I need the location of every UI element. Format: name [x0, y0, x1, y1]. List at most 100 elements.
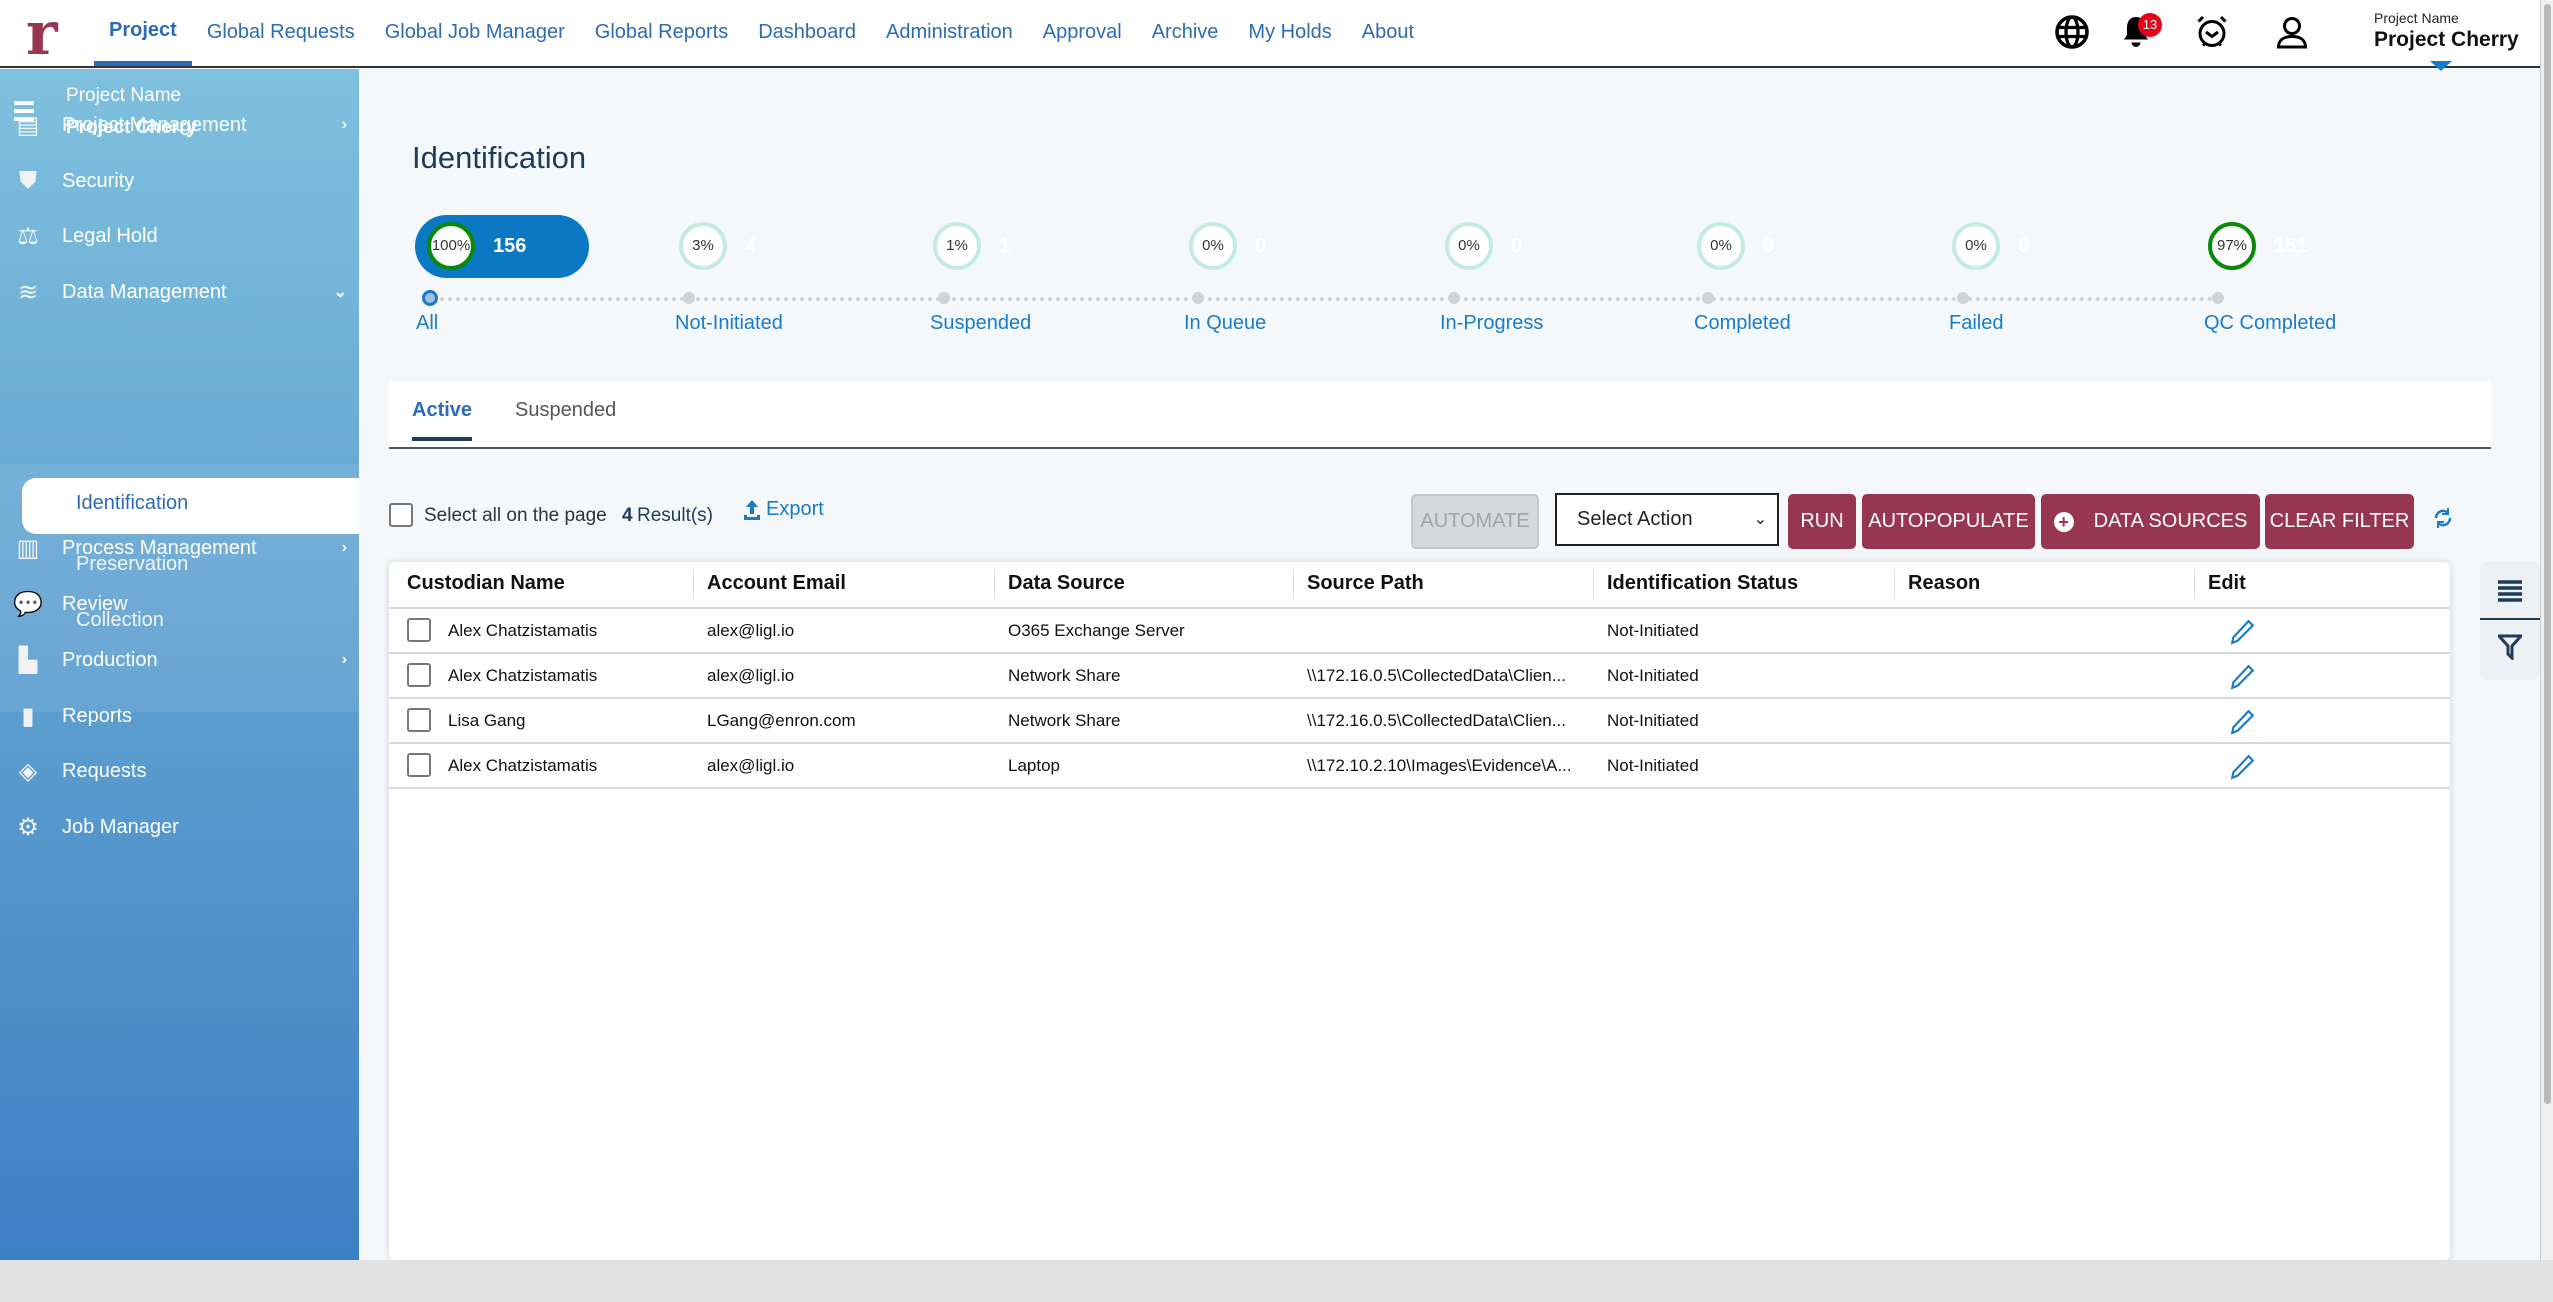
step-qc-completed-dot[interactable]	[2212, 292, 2224, 304]
step-all-label[interactable]: All	[416, 312, 438, 335]
column-header-source-path[interactable]: Source Path	[1307, 572, 1424, 595]
sidebar-item-label: Requests	[62, 759, 147, 782]
column-separator	[1894, 570, 1895, 598]
chevron-right-icon: ›	[341, 116, 347, 133]
step-in-progress-dot[interactable]	[1448, 292, 1460, 304]
sidebar-subitem-identification[interactable]: Identification	[76, 492, 188, 515]
nav-global-requests[interactable]: Global Requests	[192, 0, 370, 66]
row-checkbox[interactable]	[407, 753, 431, 777]
step-in-progress-label[interactable]: In-Progress	[1440, 312, 1543, 335]
edit-pencil-icon[interactable]	[2229, 709, 2255, 735]
nav-archive[interactable]: Archive	[1137, 0, 1234, 66]
page-scrollbar[interactable]	[2540, 0, 2553, 1260]
sidebar-item-production[interactable]: ▙ Production ›	[0, 634, 359, 686]
sidebar-item-review[interactable]: 💬 Review	[0, 578, 359, 630]
step-failed-dot[interactable]	[1957, 292, 1969, 304]
data-sources-button[interactable]: + DATA SOURCES	[2041, 494, 2260, 549]
sidebar-item-label: Data Management	[62, 280, 227, 303]
project-switcher[interactable]: Project Name Project Cherry	[2374, 10, 2519, 52]
user-icon[interactable]	[2274, 14, 2310, 50]
step-in-queue-percent[interactable]: 0%	[1189, 222, 1237, 270]
cell-source-path: \\172.16.0.5\CollectedData\Clien...	[1307, 666, 1566, 685]
nav-my-holds[interactable]: My Holds	[1233, 0, 1346, 66]
gear-icon: ⚙	[17, 813, 39, 841]
nav-global-reports[interactable]: Global Reports	[580, 0, 743, 66]
sidebar-item-job-manager[interactable]: ⚙ Job Manager	[0, 801, 359, 853]
nav-approval[interactable]: Approval	[1028, 0, 1137, 66]
step-not-initiated-dot[interactable]	[683, 292, 695, 304]
nav-global-job-manager[interactable]: Global Job Manager	[370, 0, 580, 66]
cell-data-source: Network Share	[1008, 711, 1121, 730]
automate-button[interactable]: AUTOMATE	[1411, 494, 1539, 549]
sidebar-item-reports[interactable]: ▮ Reports	[0, 690, 359, 742]
sidebar-subitem-preservation[interactable]: Preservation	[76, 553, 188, 576]
column-separator	[693, 570, 694, 598]
refresh-icon[interactable]	[2432, 506, 2454, 530]
tab-suspended[interactable]: Suspended	[515, 399, 616, 422]
autopopulate-button[interactable]: AUTOPOPULATE	[1862, 494, 2035, 549]
sidebar-item-label: Reports	[62, 704, 133, 727]
cell-custodian-name: Alex Chatzistamatis	[448, 666, 598, 685]
result-label: Result(s)	[637, 505, 714, 526]
edit-pencil-icon[interactable]	[2229, 619, 2255, 645]
step-suspended-percent[interactable]: 1%	[933, 222, 981, 270]
nav-project[interactable]: Project	[94, 0, 192, 66]
column-header-account-email[interactable]: Account Email	[707, 572, 846, 595]
sidebar-item-project-management[interactable]: ▤ Project Management ›	[0, 99, 359, 151]
step-completed-dot[interactable]	[1702, 292, 1714, 304]
row-checkbox[interactable]	[407, 663, 431, 687]
select-all-checkbox[interactable]	[389, 503, 413, 527]
caret-down-icon[interactable]	[2430, 61, 2452, 71]
edit-pencil-icon[interactable]	[2229, 754, 2255, 780]
cell-source-path: \\172.10.2.10\Images\Evidence\A...	[1307, 756, 1572, 775]
results-table: Custodian Name Account Email Data Source So…	[389, 562, 2450, 1260]
column-header-identification-status[interactable]: Identification Status	[1607, 572, 1798, 595]
sidebar-item-requests[interactable]: ◈ Requests	[0, 745, 359, 797]
sidebar-item-label: Production	[62, 648, 158, 671]
column-header-data-source[interactable]: Data Source	[1008, 572, 1125, 595]
step-failed-percent[interactable]: 0%	[1952, 222, 2000, 270]
step-all-percent[interactable]: 100%	[427, 222, 475, 270]
sidebar-item-data-management[interactable]: ≋ Data Management ⌄	[0, 266, 359, 318]
nav-administration[interactable]: Administration	[871, 0, 1028, 66]
step-qc-completed-label[interactable]: QC Completed	[2204, 312, 2336, 335]
alarm-clock-icon[interactable]	[2194, 14, 2230, 50]
sidebar-item-label: Project Management	[62, 113, 247, 136]
step-in-queue-label[interactable]: In Queue	[1184, 312, 1266, 335]
step-in-progress-percent[interactable]: 0%	[1445, 222, 1493, 270]
step-in-queue-dot[interactable]	[1192, 292, 1204, 304]
select-action-dropdown[interactable]: Select Action ⌄	[1555, 493, 1779, 546]
columns-menu-icon[interactable]	[2498, 580, 2522, 602]
clear-filter-button[interactable]: CLEAR FILTER	[2265, 494, 2414, 549]
sidebar-item-security[interactable]: ⛊ Security	[0, 155, 359, 207]
column-header-custodian-name[interactable]: Custodian Name	[407, 572, 565, 595]
step-suspended-dot[interactable]	[938, 292, 950, 304]
step-suspended-label[interactable]: Suspended	[930, 312, 1031, 335]
export-button[interactable]: Export	[742, 498, 824, 521]
run-button[interactable]: RUN	[1788, 494, 1856, 549]
main-nav: Project Global Requests Global Job Manager…	[94, 0, 1429, 66]
row-checkbox[interactable]	[407, 708, 431, 732]
upload-icon	[744, 499, 760, 520]
nav-about[interactable]: About	[1347, 0, 1429, 66]
step-completed-count: 0	[1763, 235, 1775, 257]
step-all-dot[interactable]	[422, 290, 438, 306]
filter-icon[interactable]	[2498, 634, 2522, 660]
tab-active[interactable]: Active	[412, 399, 473, 441]
row-checkbox[interactable]	[407, 618, 431, 642]
step-not-initiated-count: 4	[745, 235, 757, 257]
sidebar-subitem-collection[interactable]: Collection	[76, 609, 164, 632]
nav-dashboard[interactable]: Dashboard	[743, 0, 871, 66]
column-separator	[2194, 570, 2195, 598]
edit-pencil-icon[interactable]	[2229, 664, 2255, 690]
step-not-initiated-label[interactable]: Not-Initiated	[675, 312, 783, 335]
sidebar-item-legal-hold[interactable]: ⚖ Legal Hold	[0, 210, 359, 262]
column-header-edit[interactable]: Edit	[2208, 572, 2246, 595]
step-not-initiated-percent[interactable]: 3%	[679, 222, 727, 270]
step-qc-completed-percent[interactable]: 97%	[2208, 222, 2256, 270]
globe-icon[interactable]	[2054, 14, 2090, 50]
column-header-reason[interactable]: Reason	[1908, 572, 1980, 595]
step-failed-label[interactable]: Failed	[1949, 312, 2003, 335]
step-completed-label[interactable]: Completed	[1694, 312, 1791, 335]
step-completed-percent[interactable]: 0%	[1697, 222, 1745, 270]
